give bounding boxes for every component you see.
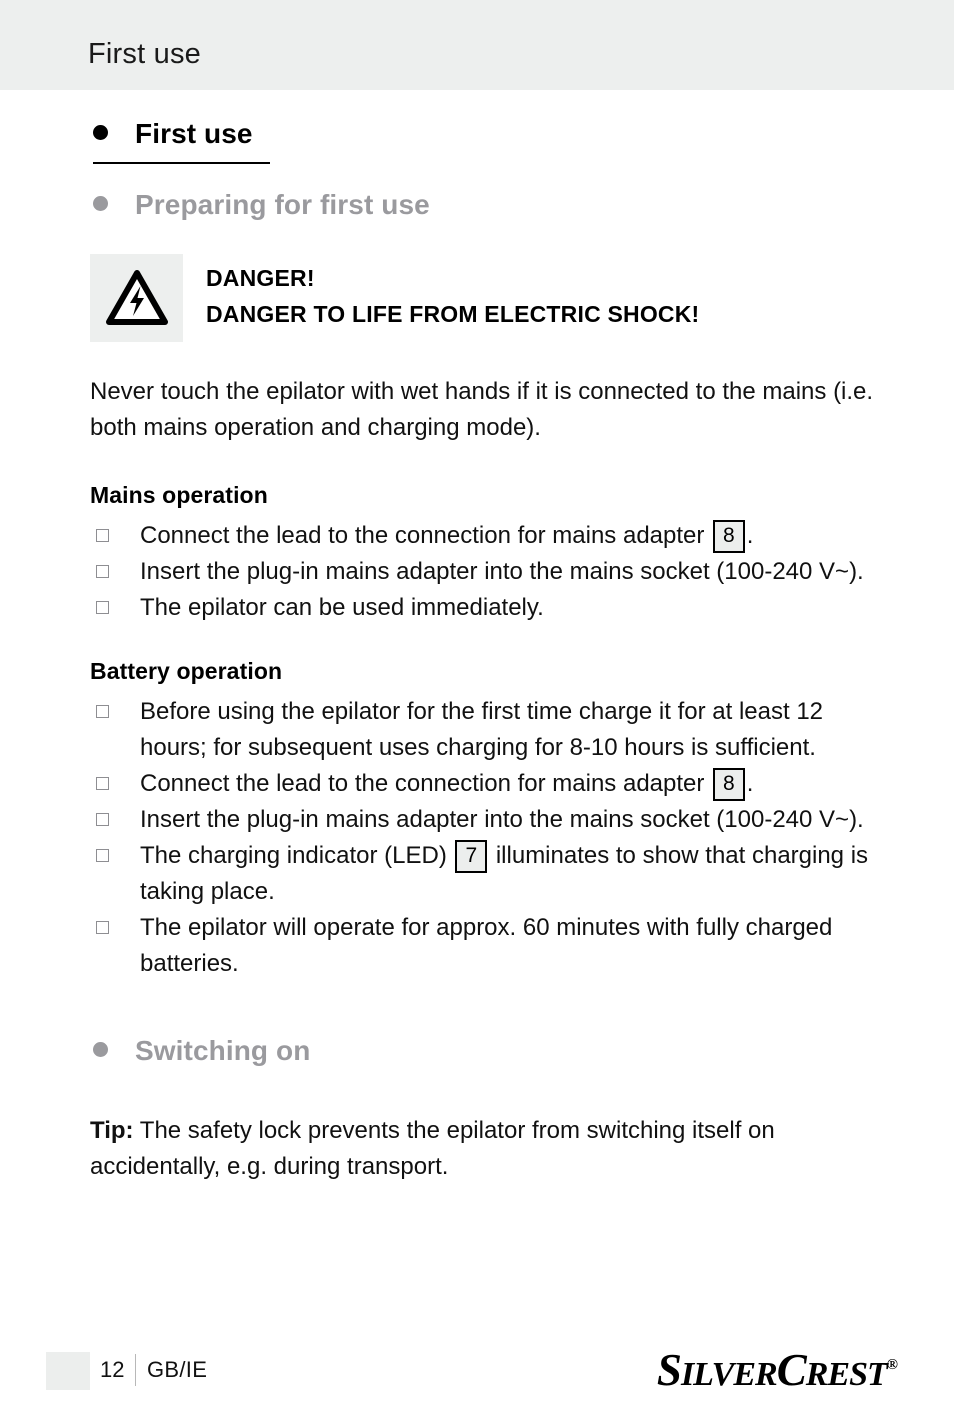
registered-trademark-icon: ® (886, 1357, 898, 1373)
logo-text-ilver: ILVER (680, 1356, 778, 1393)
page-content: First use Preparing for first use DANGER… (0, 90, 954, 1395)
reference-number-box: 8 (713, 768, 745, 801)
list-item-text-before: The epilator will operate for approx. 60… (140, 914, 833, 977)
mains-operation-list: Connect the lead to the connection for m… (90, 518, 890, 626)
running-header-band: First use (0, 0, 954, 90)
tip-label: Tip: (90, 1117, 134, 1144)
footer-page-number: 12 (100, 1357, 125, 1382)
running-header-title: First use (88, 38, 201, 70)
square-bullet-icon (96, 777, 109, 790)
square-bullet-icon (96, 705, 109, 718)
list-item: Connect the lead to the connection for m… (90, 518, 890, 554)
list-item: Connect the lead to the connection for m… (90, 766, 890, 802)
section-heading-switching-on: Switching on (93, 1035, 310, 1067)
tip-text: The safety lock prevents the epilator fr… (90, 1117, 775, 1180)
square-bullet-icon (96, 813, 109, 826)
list-item-text-before: Connect the lead to the connection for m… (140, 522, 705, 549)
heading-level-1-label: First use (135, 118, 253, 149)
list-item-text-before: The charging indicator (LED) (140, 842, 447, 869)
subheading-mains-operation: Mains operation (90, 482, 268, 508)
heading-level-2-label: Preparing for first use (135, 189, 430, 220)
bullet-dot-icon (93, 125, 108, 140)
danger-warning-block: DANGER! DANGER TO LIFE FROM ELECTRIC SHO… (90, 254, 699, 342)
list-item-text-before: The epilator can be used immediately. (140, 594, 544, 621)
square-bullet-icon (96, 601, 109, 614)
battery-operation-list: Before using the epilator for the first … (90, 694, 890, 982)
square-bullet-icon (96, 529, 109, 542)
danger-line-1: DANGER! (206, 265, 315, 291)
section-heading-first-use: First use (93, 118, 253, 150)
square-bullet-icon (96, 565, 109, 578)
bullet-dot-icon (93, 1042, 108, 1057)
footer-color-swatch (46, 1352, 90, 1390)
reference-number-box: 7 (455, 840, 488, 873)
list-item-text-before: Insert the plug-in mains adapter into th… (140, 558, 864, 585)
subheading-battery-operation: Battery operation (90, 658, 283, 684)
section-heading-preparing-for-first-use: Preparing for first use (93, 189, 430, 221)
list-item: The epilator will operate for approx. 60… (90, 910, 890, 982)
square-bullet-icon (96, 849, 109, 862)
list-item: The charging indicator (LED) 7 illuminat… (90, 838, 890, 910)
list-item: The epilator can be used immediately. (90, 590, 890, 626)
square-bullet-icon (96, 921, 109, 934)
heading-underline-rule (93, 162, 270, 164)
list-item-text-before: Before using the epilator for the first … (140, 698, 824, 761)
list-item-text-after: . (746, 522, 754, 549)
list-item-text-before: Connect the lead to the connection for m… (140, 770, 705, 797)
list-item-text-before: Insert the plug-in mains adapter into th… (140, 806, 864, 833)
page-footer: 12 GB/IE SILVERCREST® (0, 1345, 954, 1408)
danger-paragraph: Never touch the epilator with wet hands … (90, 378, 874, 441)
logo-char-s: S (656, 1345, 682, 1395)
danger-line-2: DANGER TO LIFE FROM ELECTRIC SHOCK! (206, 301, 700, 327)
silvercrest-logo: SILVERCREST® (657, 1344, 898, 1396)
footer-divider (135, 1354, 136, 1386)
bullet-dot-icon (93, 196, 108, 211)
logo-text-rest: REST (805, 1356, 888, 1393)
list-item: Insert the plug-in mains adapter into th… (90, 554, 890, 590)
list-item: Insert the plug-in mains adapter into th… (90, 802, 890, 838)
footer-language-code: GB/IE (147, 1357, 208, 1382)
electric-shock-warning-icon (90, 254, 183, 342)
reference-number-box: 8 (713, 520, 745, 553)
danger-text-group: DANGER! DANGER TO LIFE FROM ELECTRIC SHO… (206, 254, 699, 332)
heading-level-2-label: Switching on (135, 1035, 311, 1066)
tip-paragraph: Tip: The safety lock prevents the epilat… (90, 1113, 880, 1185)
logo-char-c: C (776, 1345, 807, 1395)
list-item: Before using the epilator for the first … (90, 694, 890, 766)
list-item-text-after: . (746, 770, 754, 797)
